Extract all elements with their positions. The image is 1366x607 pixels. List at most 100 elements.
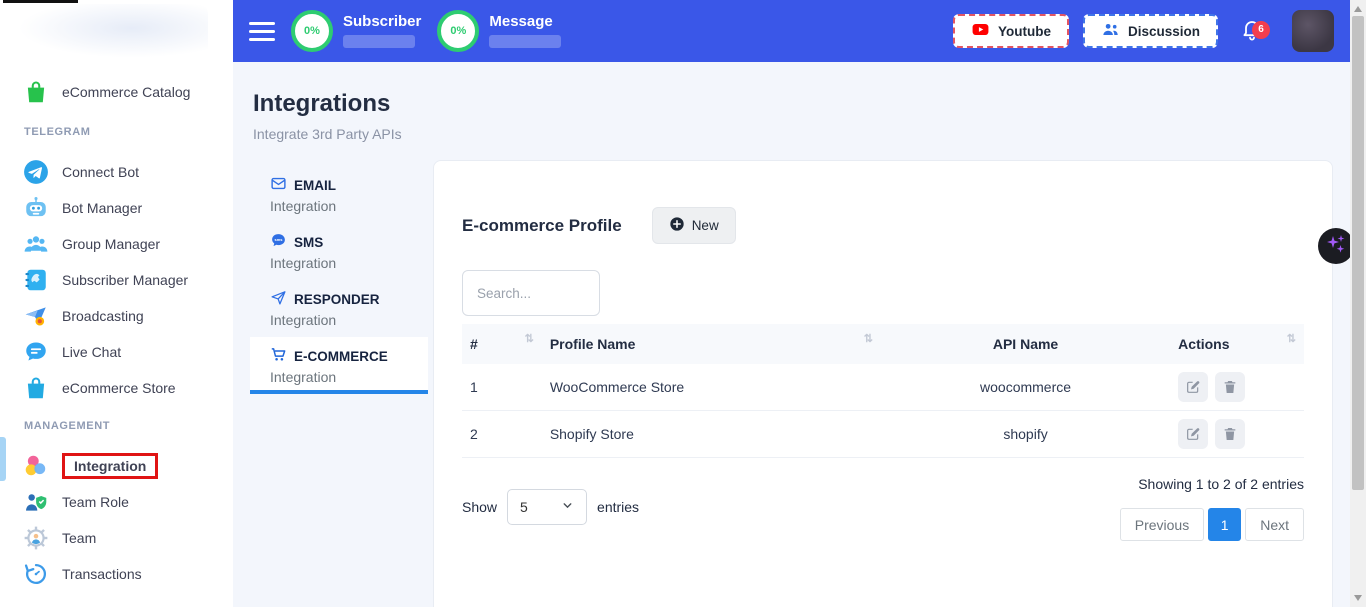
search-input[interactable]	[462, 270, 600, 316]
menu-toggle-icon[interactable]	[249, 22, 275, 41]
sparkles-icon	[1324, 232, 1348, 261]
sidebar-item-label: Team Role	[62, 494, 129, 510]
svg-text:sms: sms	[275, 237, 284, 242]
sidebar-item-ecommerce-catalog[interactable]: eCommerce Catalog	[0, 72, 233, 112]
profile-name-cell: Shopify Store	[542, 411, 881, 458]
api-name-cell: shopify	[881, 411, 1170, 458]
scrollbar-down-arrow[interactable]	[1354, 595, 1362, 601]
plus-circle-icon	[669, 216, 685, 235]
role-shield-icon	[22, 488, 50, 516]
profiles-table: #⇅ Profile Name⇅ API Name Actions⇅ 1 Woo…	[462, 324, 1304, 458]
tab-email-integration[interactable]: EMAIL Integration	[250, 166, 428, 223]
tab-ecommerce-integration[interactable]: E-COMMERCE Integration	[250, 337, 428, 394]
sidebar-item-transactions[interactable]: Transactions	[0, 556, 233, 592]
sidebar-section-management: MANAGEMENT	[0, 412, 233, 440]
current-page-button[interactable]: 1	[1208, 508, 1241, 541]
topbar: 0% Subscriber 0% Message Youtube	[233, 0, 1350, 62]
previous-page-button[interactable]: Previous	[1120, 508, 1204, 541]
page-size-select[interactable]: 5	[507, 489, 587, 525]
palette-icon	[22, 452, 50, 480]
sidebar-item-bot-manager[interactable]: Bot Manager	[0, 190, 233, 226]
notifications-button[interactable]: 6	[1240, 17, 1264, 46]
tab-label: EMAIL	[294, 178, 336, 193]
broadcast-icon	[22, 302, 50, 330]
sidebar-item-subscriber-manager[interactable]: Subscriber Manager	[0, 262, 233, 298]
group-icon	[22, 230, 50, 258]
table-row: 2 Shopify Store shopify	[462, 411, 1304, 458]
sidebar-item-label: Broadcasting	[62, 308, 144, 324]
new-button-label: New	[692, 218, 719, 233]
delete-button[interactable]	[1215, 419, 1245, 449]
row-number: 2	[462, 411, 542, 458]
telegram-icon	[22, 158, 50, 186]
phonebook-icon	[22, 266, 50, 294]
showing-entries-text: Showing 1 to 2 of 2 entries	[1138, 476, 1304, 492]
next-page-button[interactable]: Next	[1245, 508, 1304, 541]
sidebar-item-label: Group Manager	[62, 236, 160, 252]
tab-responder-integration[interactable]: RESPONDER Integration	[250, 280, 428, 337]
sidebar-item-live-chat[interactable]: Live Chat	[0, 334, 233, 370]
youtube-button[interactable]: Youtube	[953, 14, 1069, 48]
top-black-strip	[3, 0, 78, 3]
scrollbar-thumb[interactable]	[1352, 16, 1364, 490]
tab-label: RESPONDER	[294, 292, 380, 307]
ecommerce-profile-card: E-commerce Profile New #⇅ Profile Name⇅ …	[433, 160, 1333, 607]
tab-label: E-COMMERCE	[294, 349, 388, 364]
edit-button[interactable]	[1178, 419, 1208, 449]
sidebar-item-team-role[interactable]: Team Role	[0, 484, 233, 520]
sidebar-item-team[interactable]: Team	[0, 520, 233, 556]
tab-sublabel: Integration	[270, 312, 408, 328]
sms-icon: sms	[270, 232, 287, 252]
youtube-button-label: Youtube	[998, 24, 1051, 39]
message-percent: 0%	[450, 25, 466, 37]
cart-icon	[270, 346, 287, 366]
sidebar-item-broadcasting[interactable]: Broadcasting	[0, 298, 233, 334]
tab-sublabel: Integration	[270, 369, 408, 385]
tab-sms-integration[interactable]: sms SMS Integration	[250, 223, 428, 280]
column-header-profile-name: Profile Name	[550, 336, 636, 352]
row-number: 1	[462, 364, 542, 411]
message-label: Message	[489, 13, 561, 30]
sidebar-item-label: Subscriber Manager	[62, 272, 188, 288]
sidebar-item-ecommerce-store[interactable]: eCommerce Store	[0, 370, 233, 406]
profile-name-cell: WooCommerce Store	[542, 364, 881, 411]
ai-assistant-button[interactable]	[1318, 228, 1354, 264]
notification-count-badge: 6	[1252, 21, 1270, 39]
youtube-icon	[971, 20, 990, 42]
user-avatar[interactable]	[1292, 10, 1334, 52]
sidebar-item-label-integration-annotated: Integration	[62, 453, 158, 479]
delete-button[interactable]	[1215, 372, 1245, 402]
api-name-cell: woocommerce	[881, 364, 1170, 411]
discussion-button[interactable]: Discussion	[1083, 14, 1218, 48]
history-clock-icon	[22, 560, 50, 588]
telegram-menu: Connect Bot Bot Manager Group Manager Su…	[0, 154, 233, 406]
scrollbar[interactable]	[1350, 0, 1366, 607]
edit-button[interactable]	[1178, 372, 1208, 402]
tab-label: SMS	[294, 235, 323, 250]
integration-subnav: EMAIL Integration sms SMS Integration	[250, 166, 428, 394]
page-title: Integrations	[253, 90, 402, 118]
active-item-indicator	[0, 437, 6, 481]
sort-icon[interactable]: ⇅	[864, 334, 873, 345]
sidebar-item-label: Live Chat	[62, 344, 121, 360]
shopping-bag-green-icon	[22, 78, 50, 106]
app-logo[interactable]	[18, 4, 208, 58]
tab-sublabel: Integration	[270, 198, 408, 214]
scrollbar-up-arrow[interactable]	[1354, 6, 1362, 12]
management-menu: Integration Team Role Team Transactions	[0, 448, 233, 592]
sidebar-item-integration[interactable]: Integration	[0, 448, 233, 484]
sidebar-item-label: Team	[62, 530, 96, 546]
column-header-num: #	[470, 336, 478, 352]
subscriber-progress-ring: 0%	[291, 10, 333, 52]
sidebar-item-group-manager[interactable]: Group Manager	[0, 226, 233, 262]
app-root: eCommerce Catalog TELEGRAM Connect Bot B…	[0, 0, 1366, 607]
sidebar-item-connect-bot[interactable]: Connect Bot	[0, 154, 233, 190]
page-size-value: 5	[520, 499, 528, 515]
sidebar-item-label: Bot Manager	[62, 200, 142, 216]
new-profile-button[interactable]: New	[652, 207, 736, 244]
chevron-down-icon	[561, 499, 574, 515]
page-subtitle: Integrate 3rd Party APIs	[253, 126, 402, 142]
sort-icon[interactable]: ⇅	[525, 334, 534, 345]
sort-icon[interactable]: ⇅	[1287, 334, 1296, 345]
page-header: Integrations Integrate 3rd Party APIs	[253, 90, 402, 142]
